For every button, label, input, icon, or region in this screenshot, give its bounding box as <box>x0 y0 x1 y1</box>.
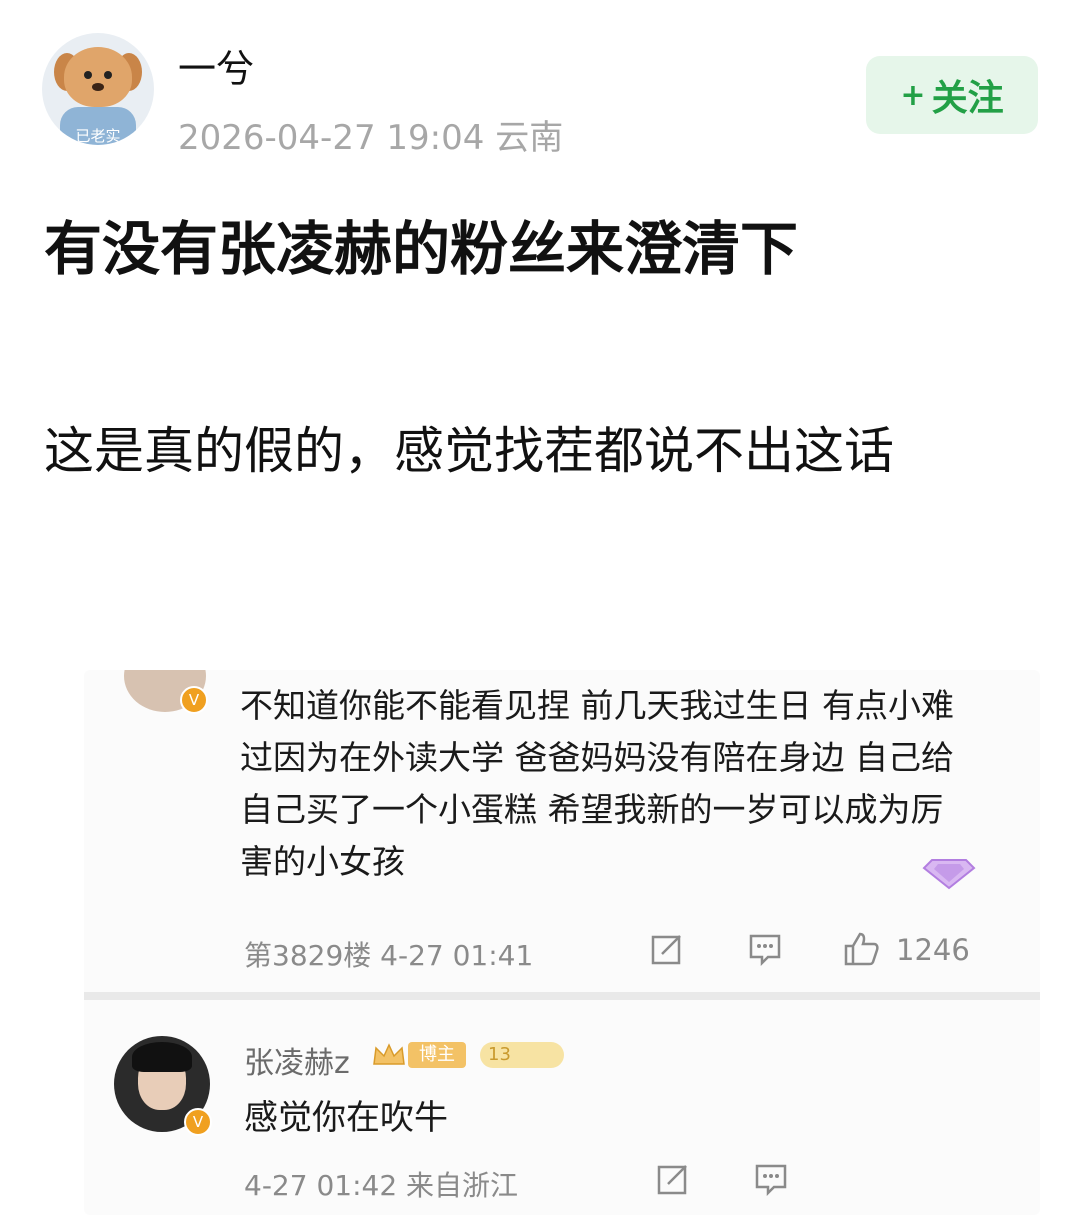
comment-time: 4-27 01:41 <box>380 939 534 972</box>
like-icon[interactable] <box>842 930 880 968</box>
crown-icon <box>373 1043 405 1065</box>
level-badge: 13 <box>480 1042 564 1068</box>
user-avatar[interactable]: 已老实 <box>42 33 154 145</box>
verified-icon: V <box>184 1108 212 1136</box>
post-location: 云南 <box>495 118 564 158</box>
comment-text: 不知道你能不能看见捏 前几天我过生日 有点小难过因为在外读大学 爸爸妈妈没有陪在… <box>240 686 954 881</box>
like-count: 1246 <box>896 933 970 967</box>
username[interactable]: 一兮 <box>178 38 254 93</box>
reply-time: 4-27 01:42 <box>244 1169 398 1202</box>
host-name[interactable]: 张凌赫z <box>244 1038 350 1082</box>
avatar-eye-right <box>104 71 112 79</box>
avatar-nose <box>92 83 104 91</box>
plus-icon: + <box>900 77 926 113</box>
post-body: 这是真的假的，感觉找茬都说不出这话 <box>44 422 894 480</box>
comment-icon[interactable] <box>748 932 782 966</box>
avatar-tag: 已老实 <box>75 127 121 145</box>
follow-button[interactable]: + 关注 <box>866 56 1038 134</box>
post-meta: 2026-04-27 19:04 云南 <box>178 110 563 159</box>
share-icon[interactable] <box>650 932 684 966</box>
host-badge: 博主 <box>408 1042 466 1068</box>
follow-label: 关注 <box>931 78 1004 119</box>
share-icon[interactable] <box>656 1162 690 1196</box>
comment-floor: 第3829楼 <box>244 939 372 972</box>
post-title: 有没有张凌赫的粉丝来澄清下 <box>44 215 799 283</box>
post-timestamp: 2026-04-27 19:04 <box>178 118 485 158</box>
reply-location: 来自浙江 <box>406 1169 519 1202</box>
comment-meta: 第3829楼 4-27 01:41 <box>244 934 533 974</box>
divider <box>84 992 1040 1000</box>
gem-icon <box>922 859 976 890</box>
reply-text: 感觉你在吹牛 <box>244 1098 448 1138</box>
embedded-screenshot[interactable]: V 不知道你能不能看见捏 前几天我过生日 有点小难过因为在外读大学 爸爸妈妈没有… <box>84 670 1040 1215</box>
comment-icon[interactable] <box>754 1162 788 1196</box>
avatar-bear-head <box>64 47 132 107</box>
host-avatar-hair <box>132 1042 192 1072</box>
verified-icon: V <box>180 686 208 714</box>
avatar-eye-left <box>84 71 92 79</box>
reply-meta: 4-27 01:42 来自浙江 <box>244 1164 518 1204</box>
